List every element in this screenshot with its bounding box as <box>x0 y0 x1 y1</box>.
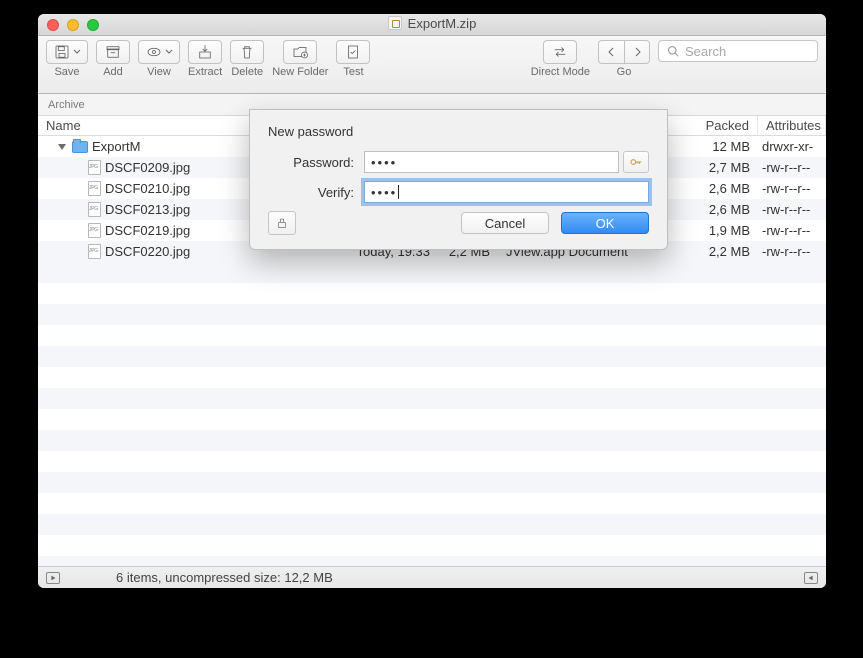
chevron-down-icon <box>73 49 81 55</box>
verify-label: Verify: <box>268 185 364 200</box>
key-icon <box>628 154 644 170</box>
empty-rows <box>38 262 826 577</box>
chevron-left-icon <box>607 47 617 57</box>
file-packed: 2,6 MB <box>698 181 758 196</box>
folder-packed: 12 MB <box>698 139 758 154</box>
test-label: Test <box>343 66 363 78</box>
archive-box-icon <box>104 43 122 61</box>
window-controls <box>47 19 99 31</box>
file-name: DSCF0213.jpg <box>105 202 190 217</box>
go-label: Go <box>617 66 632 78</box>
new-folder-button[interactable] <box>283 40 317 64</box>
new-folder-label: New Folder <box>272 66 328 78</box>
play-right-icon <box>49 574 57 582</box>
folder-name: ExportM <box>92 139 140 154</box>
new-folder-icon <box>291 43 309 61</box>
file-packed: 2,2 MB <box>698 244 758 259</box>
file-attrs: -rw-r--r-- <box>758 181 826 196</box>
lock-icon <box>275 216 289 230</box>
window-title: ExportM.zip <box>408 16 477 31</box>
cancel-button[interactable]: Cancel <box>461 212 549 234</box>
chevron-right-icon <box>632 47 642 57</box>
search-input[interactable]: Search <box>658 40 818 62</box>
statusbar-text: 6 items, uncompressed size: 12,2 MB <box>116 570 333 585</box>
file-name: DSCF0220.jpg <box>105 244 190 259</box>
file-name: DSCF0209.jpg <box>105 160 190 175</box>
jpg-file-icon <box>88 223 101 238</box>
folder-icon <box>72 141 88 153</box>
text-cursor <box>398 185 399 199</box>
search-icon <box>667 45 679 57</box>
show-password-button[interactable] <box>623 151 649 173</box>
delete-button[interactable] <box>230 40 264 64</box>
minimize-window-button[interactable] <box>67 19 79 31</box>
lock-toggle-button[interactable] <box>268 211 296 235</box>
save-label: Save <box>54 66 79 78</box>
file-attrs: -rw-r--r-- <box>758 223 826 238</box>
file-packed: 2,7 MB <box>698 160 758 175</box>
password-input[interactable]: •••• <box>364 151 619 173</box>
file-name: DSCF0210.jpg <box>105 181 190 196</box>
checkmark-doc-icon <box>344 43 362 61</box>
close-window-button[interactable] <box>47 19 59 31</box>
search-placeholder: Search <box>685 44 726 59</box>
file-attrs: -rw-r--r-- <box>758 244 826 259</box>
delete-label: Delete <box>231 66 263 78</box>
toolbar: Save Add View Extract Delete <box>38 36 826 94</box>
extract-icon <box>196 43 214 61</box>
column-packed[interactable]: Packed <box>698 116 758 135</box>
statusbar-right-icon[interactable] <box>804 572 818 584</box>
eye-icon <box>145 43 163 61</box>
trash-icon <box>238 43 256 61</box>
verify-input[interactable]: •••• <box>364 181 649 203</box>
bidirectional-arrows-icon <box>551 43 569 61</box>
password-label: Password: <box>268 155 364 170</box>
jpg-file-icon <box>88 202 101 217</box>
save-button[interactable] <box>46 40 88 64</box>
ok-button[interactable]: OK <box>561 212 649 234</box>
file-attrs: -rw-r--r-- <box>758 160 826 175</box>
go-forward-button[interactable] <box>624 40 650 64</box>
extract-label: Extract <box>188 66 222 78</box>
play-left-icon <box>807 574 815 582</box>
statusbar-left-icon[interactable] <box>46 572 60 584</box>
jpg-file-icon <box>88 160 101 175</box>
chevron-down-icon <box>165 49 173 55</box>
view-label: View <box>147 66 171 78</box>
jpg-file-icon <box>88 181 101 196</box>
view-button[interactable] <box>138 40 180 64</box>
folder-attrs: drwxr-xr- <box>758 139 826 154</box>
file-attrs: -rw-r--r-- <box>758 202 826 217</box>
archive-file-icon <box>388 16 402 30</box>
direct-mode-button[interactable] <box>543 40 577 64</box>
file-name: DSCF0219.jpg <box>105 223 190 238</box>
statusbar: 6 items, uncompressed size: 12,2 MB <box>38 566 826 588</box>
column-attributes[interactable]: Attributes <box>758 116 826 135</box>
floppy-icon <box>53 43 71 61</box>
test-button[interactable] <box>336 40 370 64</box>
password-value: •••• <box>371 155 397 170</box>
verify-value: •••• <box>371 185 397 200</box>
disclosure-triangle-icon[interactable] <box>58 144 66 150</box>
new-password-dialog: New password Password: •••• Verify: ••••… <box>249 109 668 250</box>
app-window: ExportM.zip Save Add View <box>38 14 826 588</box>
jpg-file-icon <box>88 244 101 259</box>
go-back-button[interactable] <box>598 40 624 64</box>
add-button[interactable] <box>96 40 130 64</box>
dialog-title: New password <box>268 124 649 139</box>
file-packed: 2,6 MB <box>698 202 758 217</box>
extract-button[interactable] <box>188 40 222 64</box>
add-label: Add <box>103 66 123 78</box>
file-packed: 1,9 MB <box>698 223 758 238</box>
ok-label: OK <box>596 216 615 231</box>
direct-mode-label: Direct Mode <box>531 66 590 78</box>
cancel-label: Cancel <box>485 216 525 231</box>
titlebar: ExportM.zip <box>38 14 826 36</box>
zoom-window-button[interactable] <box>87 19 99 31</box>
